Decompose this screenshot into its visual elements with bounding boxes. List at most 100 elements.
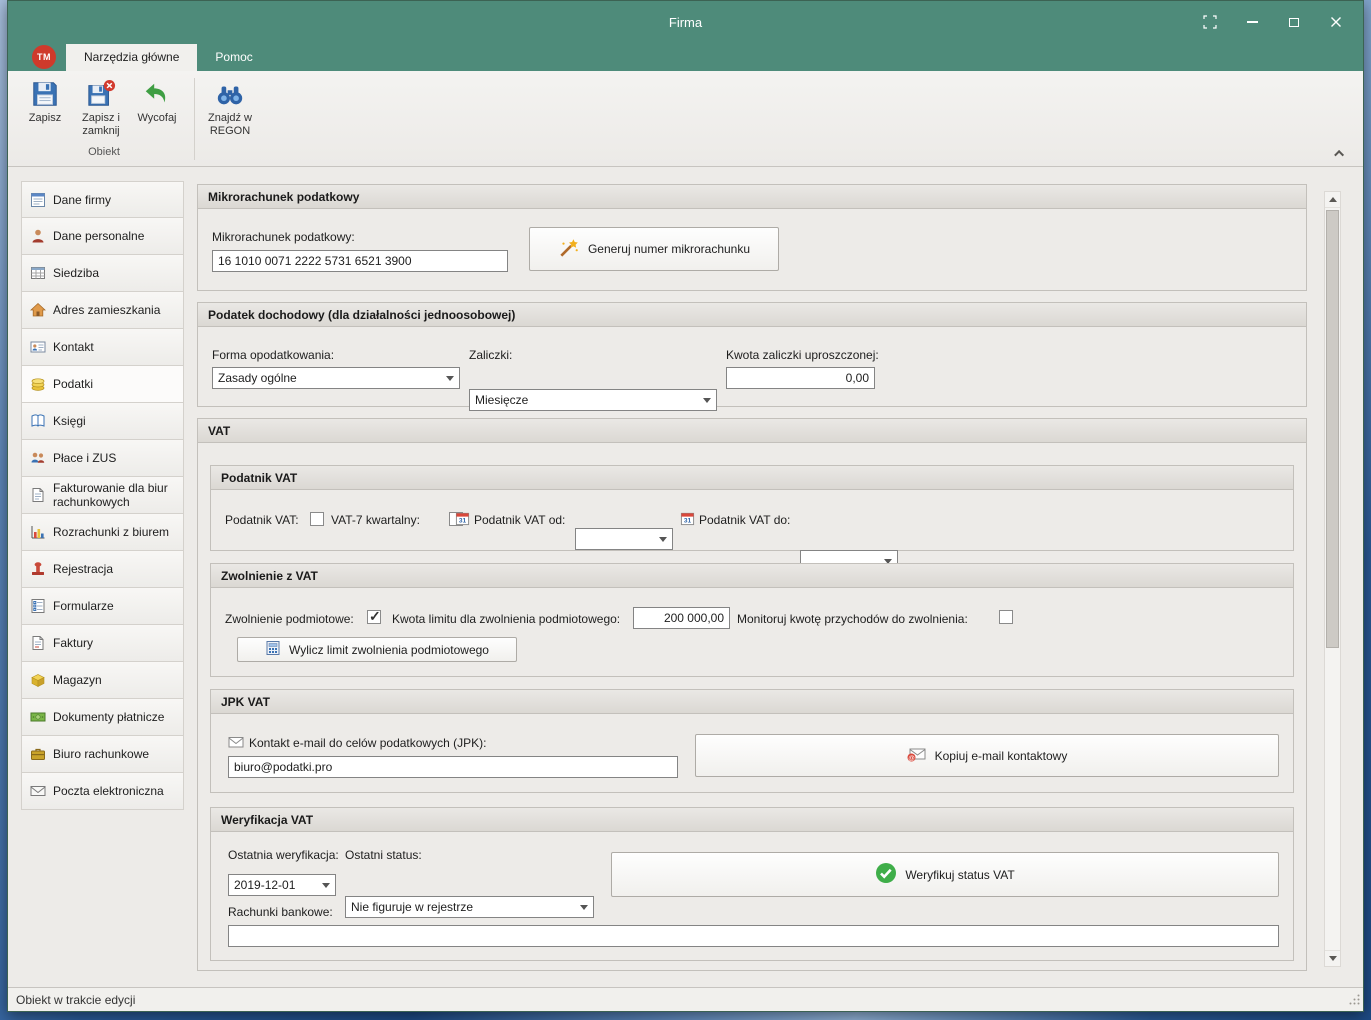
chevron-down-icon (699, 391, 715, 409)
subheader-podatnik-vat: Podatnik VAT (211, 466, 1293, 490)
undo-button[interactable]: Wycofaj (130, 76, 184, 125)
subgroup-podatnik-vat: Podatnik VAT Podatnik VAT: VAT-7 kwartal… (210, 465, 1294, 551)
invoice-icon (30, 635, 46, 651)
save-button-label: Zapisz (29, 112, 61, 125)
save-button[interactable]: Zapisz (18, 76, 72, 125)
undo-button-label: Wycofaj (137, 112, 176, 125)
sidebar-item-adres-zamieszkania[interactable]: Adres zamieszkania (21, 292, 184, 329)
monitoruj-kwote-checkbox[interactable] (999, 610, 1013, 624)
sidebar-item-dane-personalne[interactable]: Dane personalne (21, 218, 184, 255)
titlebar: Firma (8, 1, 1363, 43)
svg-text:@: @ (908, 755, 915, 762)
kwota-limitu-label: Kwota limitu dla zwolnienia podmiotowego… (392, 612, 620, 626)
podatnik-vat-label: Podatnik VAT: (225, 513, 299, 527)
ostatni-status-value: Nie figuruje w rejestrze (351, 900, 473, 914)
sidebar-item-label: Płace i ZUS (53, 451, 116, 465)
ostatnia-weryfikacja-datepicker[interactable]: 2019-12-01 (228, 874, 336, 896)
verify-vat-status-label: Weryfikuj status VAT (905, 868, 1014, 882)
mail-icon (30, 783, 46, 799)
mikrorachunek-label: Mikrorachunek podatkowy: (212, 230, 355, 244)
sidebar-item-rozrachunki-z-biurem[interactable]: Rozrachunki z biurem (21, 514, 184, 551)
ostatni-status-select[interactable]: Nie figuruje w rejestrze (345, 896, 594, 918)
sidebar-item-podatki[interactable]: Podatki (21, 366, 184, 403)
group-vat: VAT Podatnik VAT Podatnik VAT: VAT-7 kwa… (197, 418, 1307, 971)
scrollbar-thumb[interactable] (1326, 210, 1339, 648)
rachunki-bankowe-input[interactable] (228, 925, 1279, 947)
sidebar-item-magazyn[interactable]: Magazyn (21, 662, 184, 699)
podatnik-vat-checkbox[interactable] (310, 512, 324, 526)
zaliczki-select[interactable]: Miesięcze (469, 389, 717, 411)
jpk-email-label: Kontakt e-mail do celów podatkowych (JPK… (249, 736, 486, 750)
kwota-limitu-input[interactable]: 200 000,00 (633, 607, 730, 629)
sidebar-item-biuro-rachunkowe[interactable]: Biuro rachunkowe (21, 736, 184, 773)
zwolnienie-podmiotowe-checkbox[interactable] (367, 610, 381, 624)
find-regon-button-label: Znajdź w REGON (203, 112, 257, 138)
generate-microaccount-button[interactable]: Generuj numer mikrorachunku (529, 227, 779, 271)
save-close-button[interactable]: Zapisz i zamknij (74, 76, 128, 138)
sidebar-item-label: Faktury (53, 636, 93, 650)
save-close-button-label: Zapisz i zamknij (74, 112, 128, 138)
sidebar-item-formularze[interactable]: Formularze (21, 588, 184, 625)
calculator-icon (265, 640, 281, 659)
podatnik-vat-od-select[interactable] (575, 528, 673, 550)
resize-grip-icon[interactable] (1348, 993, 1361, 1009)
calendar-icon: 31 (455, 511, 470, 531)
statusbar: Obiekt w trakcie edycji (8, 987, 1363, 1011)
envelope-icon (228, 734, 244, 755)
sidebar-item-kontakt[interactable]: Kontakt (21, 329, 184, 366)
scroll-up-icon[interactable] (1325, 192, 1340, 208)
sidebar-item-ksiegi[interactable]: Księgi (21, 403, 184, 440)
sidebar-item-label: Dane firmy (53, 193, 111, 207)
sidebar: Dane firmy Dane personalne Siedziba Adre… (21, 181, 184, 987)
chevron-down-icon (655, 530, 671, 548)
chevron-down-icon (318, 876, 334, 894)
group-podatek-dochodowy: Podatek dochodowy (dla działalności jedn… (197, 302, 1307, 407)
sidebar-item-faktury[interactable]: Faktury (21, 625, 184, 662)
box-icon (30, 672, 46, 688)
svg-text:31: 31 (684, 518, 692, 525)
collapse-ribbon-icon[interactable] (1333, 147, 1347, 159)
wylicz-limit-button[interactable]: Wylicz limit zwolnienia podmiotowego (237, 637, 517, 662)
sidebar-item-siedziba[interactable]: Siedziba (21, 255, 184, 292)
ribbon-group-label: Obiekt (18, 146, 190, 158)
fit-window-icon[interactable] (1195, 9, 1225, 35)
table-icon (30, 265, 46, 281)
zaliczki-label: Zaliczki: (469, 348, 512, 362)
ribbon: Zapisz Zapisz i zamknij (8, 71, 1363, 167)
sidebar-item-dokumenty-platnicze[interactable]: Dokumenty płatnicze (21, 699, 184, 736)
sidebar-item-fakturowanie-dla-biur[interactable]: Fakturowanie dla biur rachunkowych (21, 477, 184, 514)
minimize-icon[interactable] (1237, 9, 1267, 35)
window-controls (1183, 1, 1351, 43)
subheader-weryfikacja-vat: Weryfikacja VAT (211, 808, 1293, 832)
app-logo[interactable]: TM (32, 45, 56, 69)
zaliczki-value: Miesięcze (475, 393, 528, 407)
ostatni-status-label: Ostatni status: (345, 848, 422, 862)
document-icon (30, 487, 46, 503)
sidebar-item-rejestracja[interactable]: Rejestracja (21, 551, 184, 588)
subgroup-zwolnienie-vat: Zwolnienie z VAT Zwolnienie podmiotowe: … (210, 563, 1294, 677)
sidebar-item-label: Dokumenty płatnicze (53, 710, 164, 724)
maximize-icon[interactable] (1279, 9, 1309, 35)
close-icon[interactable] (1321, 9, 1351, 35)
find-regon-button[interactable]: Znajdź w REGON (203, 76, 257, 138)
forma-opodatkowania-select[interactable]: Zasady ogólne (212, 367, 460, 389)
forma-opodatkowania-value: Zasady ogólne (218, 371, 297, 385)
sidebar-item-poczta-elektroniczna[interactable]: Poczta elektroniczna (21, 773, 184, 810)
main-area: Dane firmy Dane personalne Siedziba Adre… (8, 167, 1363, 987)
kwota-zaliczki-input[interactable]: 0,00 (726, 367, 875, 389)
tab-narzedzia-glowne[interactable]: Narzędzia główne (66, 44, 197, 71)
sidebar-item-dane-firmy[interactable]: Dane firmy (21, 181, 184, 218)
jpk-email-input[interactable]: biuro@podatki.pro (228, 756, 678, 778)
people-icon (30, 450, 46, 466)
scroll-down-icon[interactable] (1325, 950, 1340, 966)
vertical-scrollbar[interactable] (1324, 191, 1341, 967)
sidebar-item-place-i-zus[interactable]: Płace i ZUS (21, 440, 184, 477)
contact-card-icon (30, 339, 46, 355)
verify-vat-status-button[interactable]: Weryfikuj status VAT (611, 852, 1279, 897)
ribbon-separator (194, 78, 195, 160)
copy-email-button[interactable]: @ Kopiuj e-mail kontaktowy (695, 734, 1279, 777)
binoculars-icon (215, 79, 245, 109)
tab-pomoc[interactable]: Pomoc (197, 44, 270, 71)
mikrorachunek-input[interactable]: 16 1010 0071 2222 5731 6521 3900 (212, 250, 508, 272)
podatnik-vat-do-label: Podatnik VAT do: (699, 513, 790, 527)
